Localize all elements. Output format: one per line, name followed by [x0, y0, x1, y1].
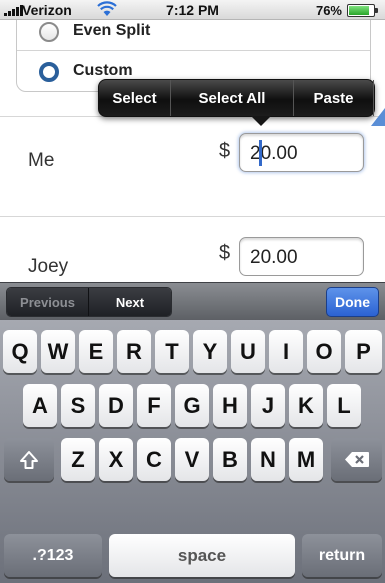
key-l[interactable]: L: [327, 384, 361, 427]
keyboard: Q W E R T Y U I O P A S D F G H J K L Z …: [0, 320, 385, 583]
person-name-joey: Joey: [28, 256, 69, 277]
key-g[interactable]: G: [175, 384, 209, 427]
option-label: Custom: [73, 62, 133, 79]
battery-level: [349, 6, 369, 15]
numbers-key[interactable]: .?123: [4, 534, 102, 577]
select-menu-item[interactable]: Select: [99, 80, 171, 116]
key-h[interactable]: H: [213, 384, 247, 427]
key-b[interactable]: B: [213, 438, 247, 481]
battery-icon: [347, 4, 378, 17]
key-k[interactable]: K: [289, 384, 323, 427]
radio-button[interactable]: [39, 22, 59, 42]
key-c[interactable]: C: [137, 438, 171, 481]
key-z[interactable]: Z: [61, 438, 95, 481]
key-j[interactable]: J: [251, 384, 285, 427]
paste-menu-item[interactable]: Paste: [294, 80, 374, 116]
key-r[interactable]: R: [117, 330, 151, 373]
key-i[interactable]: I: [269, 330, 303, 373]
backspace-icon: [344, 452, 369, 467]
key-s[interactable]: S: [61, 384, 95, 427]
next-button[interactable]: Next: [89, 288, 171, 316]
currency-symbol: $: [219, 140, 231, 162]
key-d[interactable]: D: [99, 384, 133, 427]
divider: [0, 216, 385, 217]
radio-button-selected[interactable]: [39, 62, 59, 82]
currency-symbol: $: [219, 242, 231, 264]
amount-value: 20.00: [250, 247, 298, 268]
key-e[interactable]: E: [79, 330, 113, 373]
previous-next-control: Previous Next: [6, 287, 172, 317]
key-v[interactable]: V: [175, 438, 209, 481]
done-button[interactable]: Done: [326, 287, 379, 317]
previous-button[interactable]: Previous: [7, 288, 89, 316]
amount-field-me[interactable]: 20.00: [239, 133, 364, 172]
select-all-menu-item[interactable]: Select All: [171, 80, 294, 116]
key-a[interactable]: A: [23, 384, 57, 427]
key-q[interactable]: Q: [3, 330, 37, 373]
key-p[interactable]: P: [345, 330, 382, 373]
edit-menu: Select Select All Paste: [98, 79, 375, 126]
key-w[interactable]: W: [41, 330, 75, 373]
key-f[interactable]: F: [137, 384, 171, 427]
key-t[interactable]: T: [155, 330, 189, 373]
key-u[interactable]: U: [231, 330, 265, 373]
return-key[interactable]: return: [302, 534, 382, 577]
key-x[interactable]: X: [99, 438, 133, 481]
shift-icon: [20, 450, 38, 469]
shift-key[interactable]: [4, 438, 54, 481]
battery-percent: 76%: [315, 3, 342, 18]
amount-value: 20.00: [250, 143, 298, 164]
menu-pointer: [251, 116, 271, 126]
backspace-key[interactable]: [331, 438, 382, 481]
option-label: Even Split: [73, 22, 151, 39]
amount-field-joey[interactable]: 20.00: [239, 237, 364, 276]
key-m[interactable]: M: [289, 438, 323, 481]
form-accessory-toolbar: Previous Next Done: [0, 282, 385, 320]
space-key[interactable]: space: [109, 534, 295, 577]
status-bar: Verizon 7:12 PM 76%: [0, 0, 385, 20]
key-n[interactable]: N: [251, 438, 285, 481]
key-y[interactable]: Y: [193, 330, 227, 373]
key-o[interactable]: O: [307, 330, 341, 373]
person-name-me: Me: [28, 150, 55, 171]
text-cursor[interactable]: [259, 140, 262, 166]
